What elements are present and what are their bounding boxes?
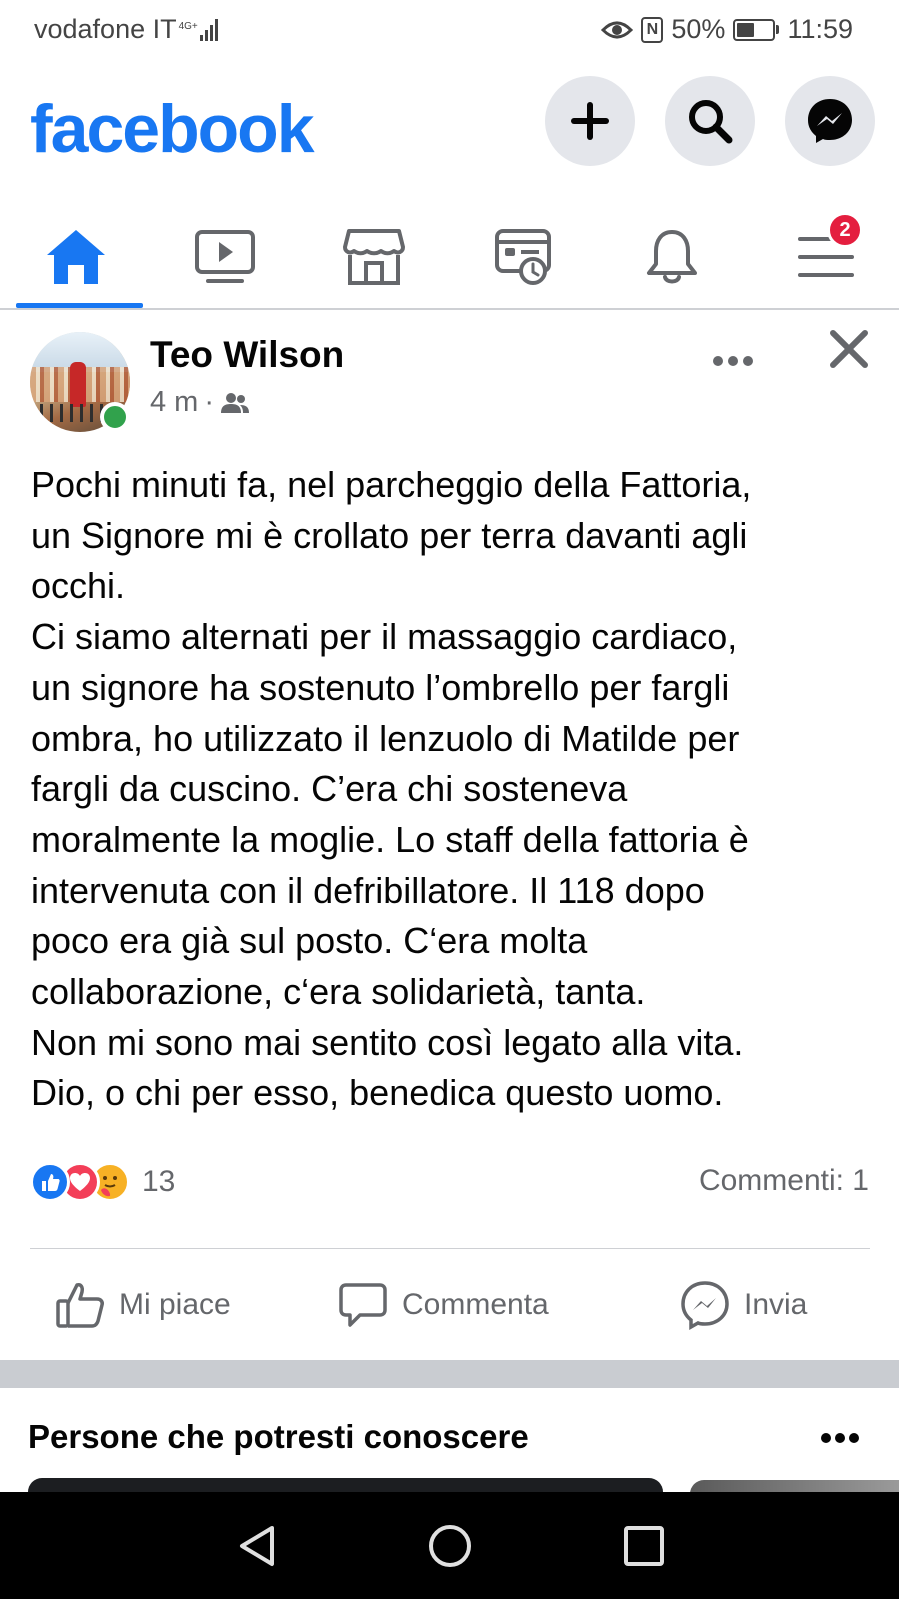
memories-icon: [494, 228, 551, 285]
send-button[interactable]: Invia: [680, 1270, 807, 1340]
more-icon: [821, 1433, 859, 1443]
post-meta: 4 m ·: [150, 386, 250, 419]
pymk-options-button[interactable]: [820, 1418, 860, 1452]
recents-button[interactable]: [620, 1522, 668, 1570]
messenger-button[interactable]: [785, 76, 875, 166]
post-author[interactable]: Teo Wilson: [150, 334, 344, 376]
hide-post-button[interactable]: [828, 328, 870, 370]
comment-button[interactable]: Commenta: [338, 1270, 549, 1340]
circle-home-icon: [429, 1525, 471, 1567]
carrier-name: vodafone IT: [34, 14, 177, 44]
messenger-send-icon: [681, 1281, 729, 1330]
battery-icon: [733, 18, 780, 41]
nfc-icon: N: [641, 16, 664, 43]
post-body: Pochi minuti fa, nel parcheggio della Fa…: [31, 464, 752, 1114]
tab-menu[interactable]: 2: [758, 205, 893, 308]
meta-separator: ·: [204, 386, 215, 418]
like-button[interactable]: Mi piace: [55, 1270, 231, 1340]
more-icon: [713, 356, 753, 366]
tab-marketplace[interactable]: [306, 205, 441, 308]
clock: 11:59: [787, 14, 853, 44]
home-button[interactable]: [426, 1522, 474, 1570]
eye-icon: [601, 21, 634, 38]
post-actions: Mi piace Commenta Invia: [0, 1270, 899, 1340]
system-status: N 50% 11:59: [601, 14, 853, 45]
online-status-dot: [100, 402, 130, 432]
battery-percent: 50%: [671, 14, 726, 44]
back-icon: [240, 1526, 274, 1566]
tab-memories[interactable]: [455, 205, 590, 308]
nav-tabs: 2: [0, 205, 899, 310]
post-divider: [30, 1248, 870, 1249]
comment-label: Commenta: [402, 1288, 549, 1321]
tab-notifications[interactable]: [604, 205, 739, 308]
like-reaction-icon: [30, 1162, 70, 1202]
search-icon: [689, 100, 733, 144]
send-label: Invia: [744, 1288, 808, 1321]
home-icon: [46, 229, 105, 284]
pymk-title: Persone che potresti conoscere: [28, 1418, 529, 1455]
like-label: Mi piace: [119, 1288, 231, 1321]
messenger-icon: [808, 99, 852, 143]
post-time[interactable]: 4 m: [150, 386, 198, 419]
facebook-logo[interactable]: facebook: [30, 90, 315, 168]
create-button[interactable]: [545, 76, 635, 166]
video-icon: [194, 229, 255, 283]
reaction-count: 13: [142, 1165, 176, 1198]
back-button[interactable]: [234, 1522, 282, 1570]
tab-home[interactable]: [8, 205, 143, 308]
status-bar: vodafone IT 4G+ N 50% 11:59: [0, 0, 899, 62]
comments-count[interactable]: Commenti: 1: [699, 1164, 869, 1198]
feed-separator: [0, 1360, 899, 1388]
signal-icon: [199, 18, 218, 41]
friends-icon: [221, 392, 250, 413]
network-type: 4G+: [178, 20, 198, 32]
carrier-area: vodafone IT 4G+: [34, 14, 218, 45]
menu-badge: 2: [827, 212, 863, 248]
bell-icon: [646, 229, 697, 283]
comment-icon: [339, 1283, 387, 1327]
square-recents-icon: [624, 1526, 664, 1566]
search-button[interactable]: [665, 76, 755, 166]
tab-watch[interactable]: [157, 205, 292, 308]
app-header: facebook: [0, 62, 899, 192]
like-icon: [56, 1283, 104, 1328]
plus-icon: [571, 102, 609, 140]
reaction-summary[interactable]: 13: [30, 1160, 175, 1204]
store-icon: [342, 228, 405, 285]
post-options-button[interactable]: [712, 337, 754, 376]
system-nav-bar: [0, 1492, 899, 1599]
close-icon: [830, 330, 868, 368]
